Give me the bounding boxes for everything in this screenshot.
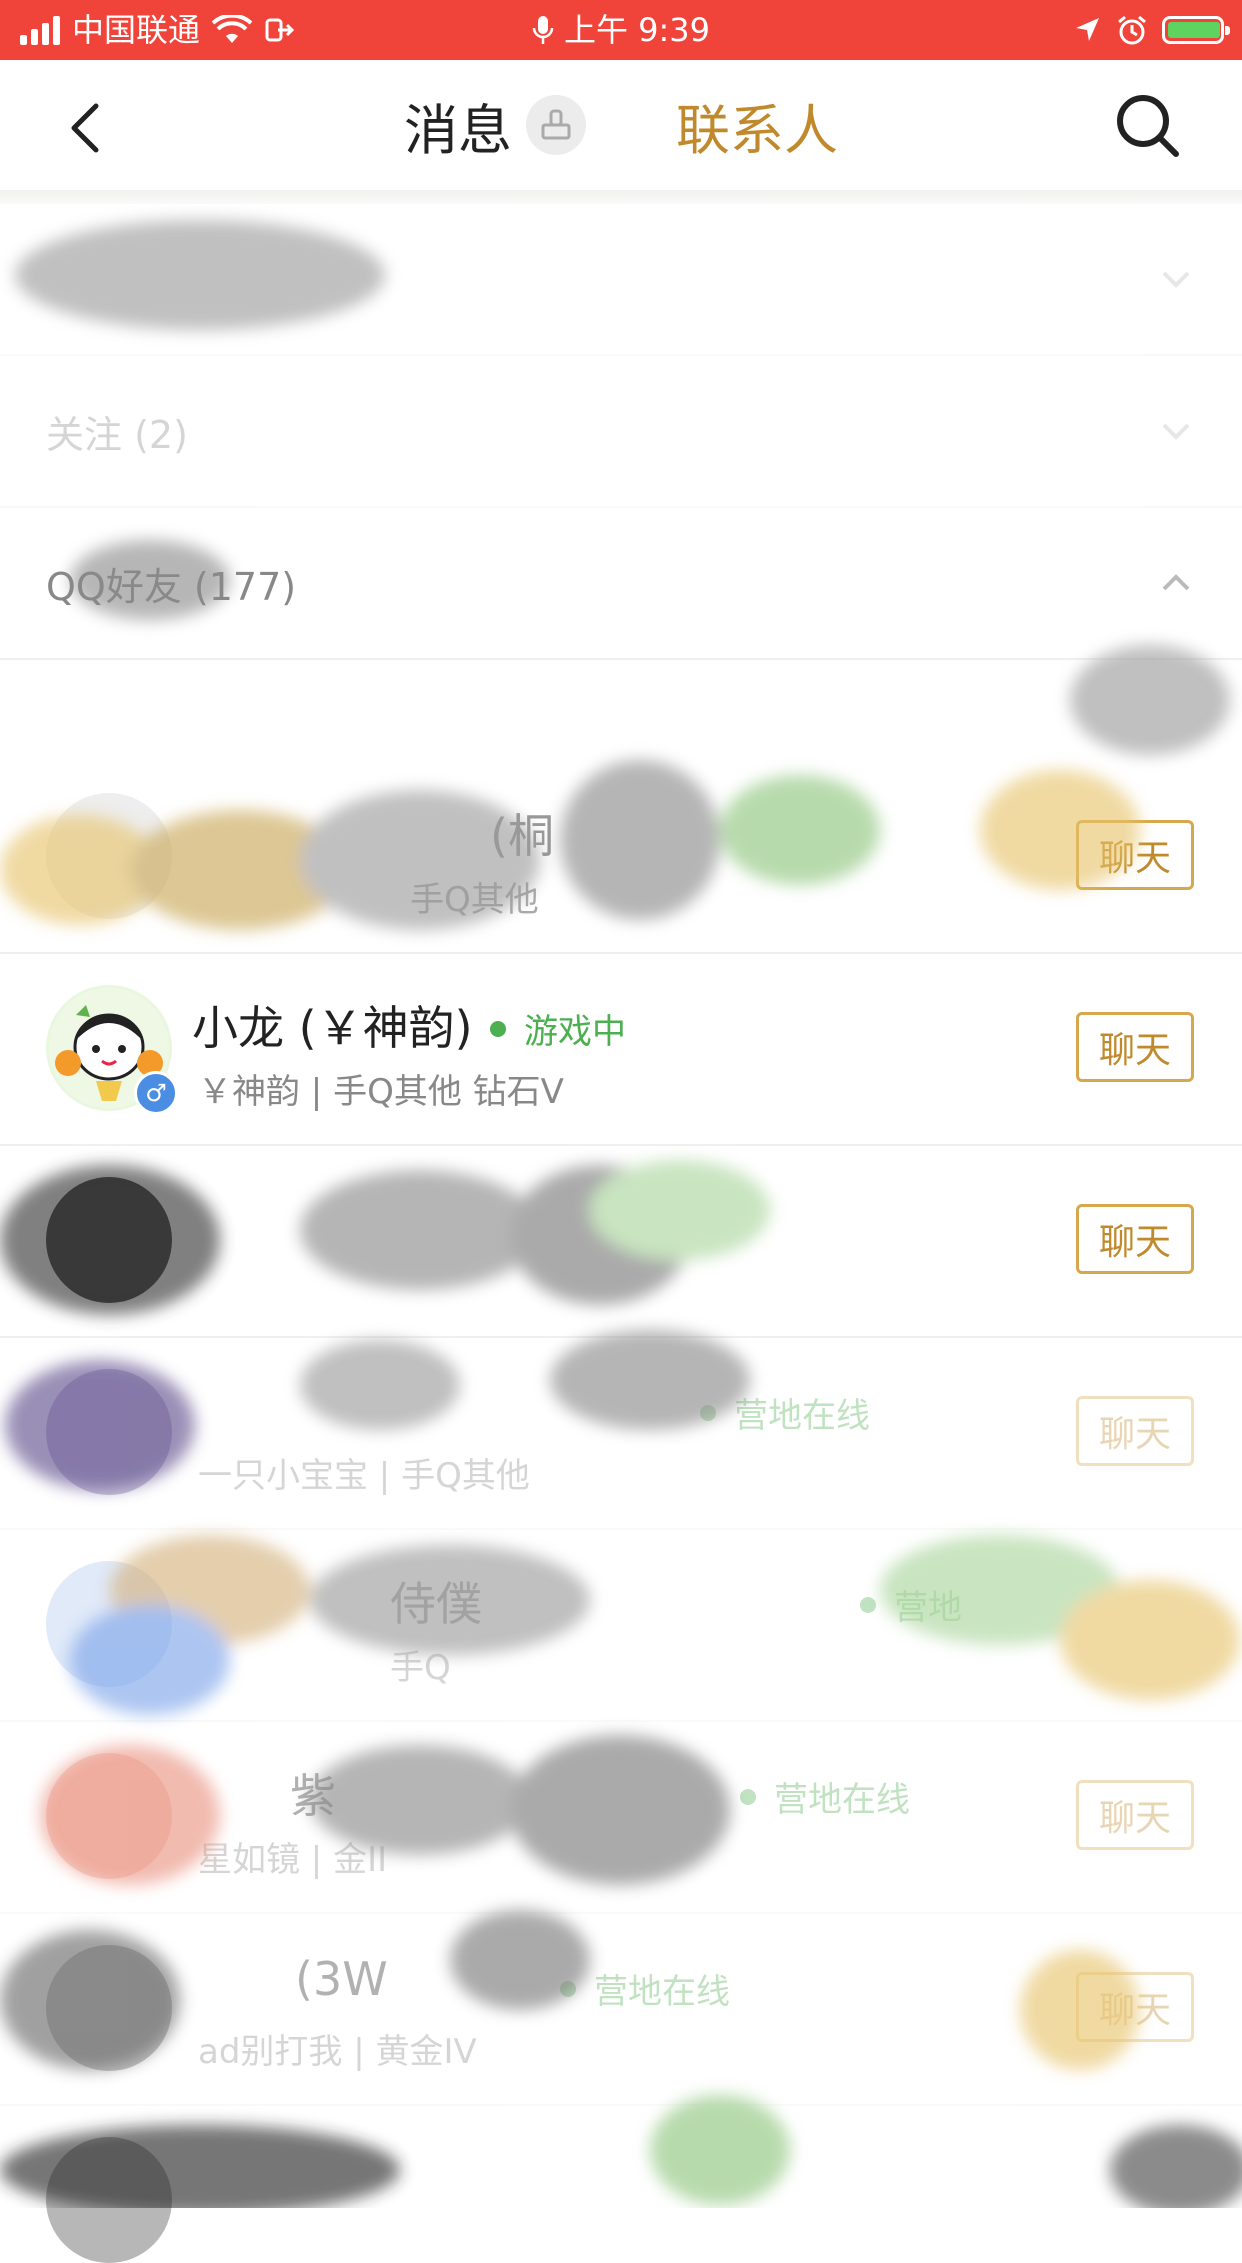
search-icon [1117, 95, 1179, 157]
avatar [46, 2137, 172, 2263]
chat-button[interactable]: 聊天 [1076, 1012, 1194, 1082]
contact-name: 侍僕 [390, 1577, 482, 1631]
chevron-down-icon [1162, 271, 1190, 288]
chat-button-label: 聊天 [1098, 1414, 1171, 1455]
contact-name: 小龙 (￥神韵) [192, 1001, 473, 1055]
clock-time: 上午 9:39 [563, 11, 711, 49]
avatar [46, 793, 172, 919]
chevron-down-icon [1162, 423, 1190, 440]
messages-badge [526, 95, 586, 155]
tab-contacts[interactable]: 联系人 [676, 86, 838, 165]
avatar [46, 1753, 172, 1879]
avatar [46, 1945, 172, 2071]
male-gender-icon: ♂ [134, 1071, 178, 1115]
chat-button-label: 聊天 [1098, 838, 1171, 879]
tab-messages[interactable]: 消息 [404, 86, 586, 165]
search-button[interactable] [1112, 90, 1182, 160]
contact-row[interactable]: 聊天 [0, 1144, 1242, 1338]
contact-row[interactable]: 紫 营地在线 星如镜 | 金II 聊天 [0, 1720, 1242, 1914]
contact-status: 营地 [860, 1580, 962, 1629]
status-label: 游戏中 [524, 1012, 626, 1052]
chat-button[interactable]: 聊天 [1076, 1204, 1194, 1274]
share-location-icon [265, 18, 295, 42]
contact-subtitle: 手Q其他 [410, 880, 539, 920]
contact-row[interactable] [0, 2104, 1242, 2263]
qq-friends-section[interactable]: QQ好友 (177) [0, 508, 1242, 660]
contact-subtitle: 一只小宝宝 | 手Q其他 [198, 1456, 530, 1496]
contact-row[interactable]: ♂ 小龙 (￥神韵) 游戏中 ￥神韵 | 手Q其他 钻石V 聊天 [0, 952, 1242, 1146]
chat-button-label: 聊天 [1098, 1990, 1171, 2031]
online-dot-icon [700, 1404, 716, 1421]
chat-button[interactable]: 聊天 [1076, 1396, 1194, 1466]
chat-button[interactable]: 聊天 [1076, 1780, 1194, 1850]
avatar: ♂ [46, 985, 178, 1115]
online-dot-icon [860, 1596, 876, 1613]
contact-row[interactable]: 营地在线 一只小宝宝 | 手Q其他 聊天 [0, 1336, 1242, 1530]
contact-name: (桐 [490, 809, 554, 863]
contact-row[interactable]: (桐 手Q其他 聊天 [0, 760, 1242, 954]
contact-subtitle: ￥神韵 | 手Q其他 钻石V [198, 1072, 564, 1112]
status-label: 营地在线 [774, 1780, 910, 1820]
chat-button[interactable]: 聊天 [1076, 820, 1194, 890]
follow-section[interactable]: 关注 (2) [0, 356, 1242, 508]
status-label: 营地 [894, 1588, 962, 1628]
chat-button[interactable]: 聊天 [1076, 1972, 1194, 2042]
group-section[interactable] [0, 204, 1242, 356]
chat-button-label: 聊天 [1098, 1222, 1171, 1263]
contact-status: 游戏中 [490, 1004, 626, 1053]
status-bar: 中国联通 上午 9:39 [0, 0, 1242, 60]
location-arrow-icon [1076, 18, 1099, 41]
nav-bar: 消息 联系人 [0, 60, 1242, 191]
nav-shadow [0, 190, 1242, 204]
online-dot-icon [560, 1980, 576, 1997]
online-dot-icon [490, 1020, 506, 1037]
chat-button-label: 聊天 [1098, 1798, 1171, 1839]
contact-status: 营地在线 [700, 1388, 870, 1437]
clean-brush-icon [541, 109, 571, 140]
tab-contacts-label: 联系人 [676, 98, 838, 162]
avatar [46, 1561, 172, 1687]
carrier-label: 中国联通 [72, 11, 201, 49]
alarm-icon [1118, 15, 1146, 45]
signal-icon [20, 15, 60, 45]
status-label: 营地在线 [734, 1396, 870, 1436]
contact-name: 紫 [290, 1769, 336, 1823]
contact-status: 营地在线 [560, 1964, 730, 2013]
avatar [46, 1177, 172, 1303]
contact-row[interactable]: (3W 营地在线 ad别打我 | 黄金IV 聊天 [0, 1912, 1242, 2106]
contact-status: 营地在线 [740, 1772, 910, 1821]
avatar [46, 1369, 172, 1495]
wifi-icon [212, 15, 253, 43]
contact-subtitle: 星如镜 | 金II [198, 1840, 388, 1880]
tab-messages-label: 消息 [404, 98, 512, 162]
chat-button-label: 聊天 [1098, 1030, 1171, 1071]
contact-name: (3W [295, 1952, 388, 2006]
online-dot-icon [740, 1788, 756, 1805]
microphone-icon [532, 16, 554, 44]
status-label: 营地在线 [594, 1972, 730, 2012]
section-label: 关注 (2) [46, 412, 188, 457]
contact-subtitle: 手Q [390, 1648, 451, 1688]
chevron-up-icon [1162, 574, 1190, 591]
contact-subtitle: ad别打我 | 黄金IV [198, 2032, 477, 2072]
section-label: QQ好友 (177) [46, 564, 297, 609]
battery-icon [1162, 16, 1230, 44]
contact-row[interactable]: 侍僕 营地 手Q [0, 1528, 1242, 1722]
redaction-scribble [1070, 645, 1230, 755]
